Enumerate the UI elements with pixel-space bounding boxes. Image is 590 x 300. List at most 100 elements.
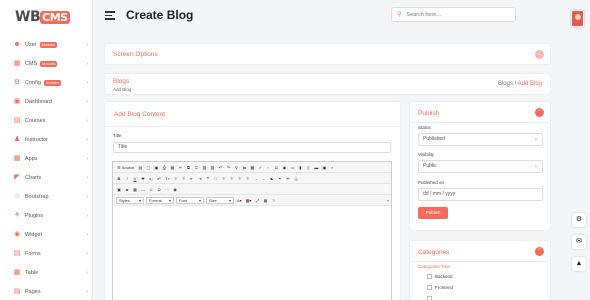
cut-icon[interactable]: ✂ xyxy=(177,164,183,171)
superscript-icon[interactable]: x² xyxy=(156,175,162,182)
new-page-icon[interactable]: ▢ xyxy=(145,164,151,171)
chat-icon[interactable]: ✉ xyxy=(572,235,586,249)
redo-icon[interactable]: ↷ xyxy=(225,164,231,171)
published-on-input[interactable]: dd / mm / yyyy xyxy=(418,188,543,201)
checkbox-icon[interactable]: ☑ xyxy=(273,164,279,171)
categories-collapse-icon[interactable]: ⌃ xyxy=(535,247,544,256)
publish-button[interactable]: Publish xyxy=(418,207,448,219)
image-icon[interactable]: ▣ xyxy=(116,186,122,193)
align-center-icon[interactable]: ≡ xyxy=(229,175,235,182)
publish-collapse-icon[interactable]: ⌃ xyxy=(535,108,544,117)
sidebar-item-config[interactable]: ⚙ Config Modules › xyxy=(13,76,88,90)
category-checkbox-backend[interactable] xyxy=(427,274,432,279)
ltr-icon[interactable]: → xyxy=(253,175,259,182)
bg-color-icon[interactable]: ▩▾ xyxy=(245,197,253,204)
bulleted-list-icon[interactable]: ≡ xyxy=(181,175,187,182)
visibility-select[interactable]: Public ⌄ xyxy=(418,160,543,173)
sidebar-item-bootstrap[interactable]: ☆ Bootstrap › xyxy=(13,190,88,204)
div-icon[interactable]: □ xyxy=(213,175,219,182)
button-field-icon[interactable]: ▬ xyxy=(313,164,319,171)
styles-dropdown[interactable]: Styles ▾ xyxy=(116,196,144,204)
image-button-icon[interactable]: ▣ xyxy=(321,164,327,171)
numbered-list-icon[interactable]: ≡ xyxy=(173,175,179,182)
editor-resize-icon[interactable]: ▾ xyxy=(387,198,389,203)
align-right-icon[interactable]: ≡ xyxy=(237,175,243,182)
size-dropdown[interactable]: Size ▾ xyxy=(206,196,234,204)
bold-icon[interactable]: B xyxy=(116,175,122,182)
subscript-icon[interactable]: x₂ xyxy=(148,175,154,182)
hidden-field-icon[interactable]: ▪ xyxy=(329,164,335,171)
find-icon[interactable]: ⚲ xyxy=(233,164,239,171)
category-checkbox-frontend[interactable] xyxy=(427,285,432,290)
iframe-icon[interactable]: ◉ xyxy=(172,186,178,193)
underline-icon[interactable]: U xyxy=(132,175,138,182)
rich-text-editor[interactable]: ☰ Source ▤ ▢ ▣ ⎙ ▦ ✂ ⧉ ⎕ ▧ ▨ ↶ ↷ ⚲ ⇆ ▩ ✓… xyxy=(112,161,392,300)
copy-icon[interactable]: ⧉ xyxy=(185,164,191,171)
maximize-icon[interactable]: ⤢ xyxy=(254,197,260,204)
sidebar-item-plugins[interactable]: ⚘ Plugins › xyxy=(13,209,88,223)
text-color-icon[interactable]: A▾ xyxy=(236,197,243,204)
avatar[interactable] xyxy=(571,10,584,27)
breadcrumb-root[interactable]: Blogs xyxy=(498,81,513,87)
paste-text-icon[interactable]: ▧ xyxy=(201,164,207,171)
sidebar-item-forms[interactable]: ▤ Forms › xyxy=(13,247,88,261)
italic-icon[interactable]: I xyxy=(124,175,130,182)
table-insert-icon[interactable]: ▦ xyxy=(132,186,138,193)
source-button[interactable]: ☰ Source xyxy=(116,164,135,171)
screen-options-toggle-icon[interactable]: ⌄ xyxy=(535,50,544,59)
textarea-icon[interactable]: ▮ xyxy=(297,164,303,171)
align-left-icon[interactable]: ≡ xyxy=(221,175,227,182)
sidebar-item-table[interactable]: ▦ Table › xyxy=(13,266,88,280)
rtl-icon[interactable]: ← xyxy=(261,175,267,182)
undo-icon[interactable]: ↶ xyxy=(217,164,223,171)
format-dropdown[interactable]: Format ▾ xyxy=(146,196,174,204)
form-icon[interactable]: ▫ xyxy=(265,164,271,171)
paste-icon[interactable]: ⎕ xyxy=(193,164,199,171)
sidebar-item-apps[interactable]: ▦ Apps › xyxy=(13,152,88,166)
search-box[interactable]: ⚲ xyxy=(391,7,516,22)
link-icon[interactable]: ⚭ xyxy=(277,175,283,182)
sidebar-item-user[interactable]: ☻ User Modules › xyxy=(13,38,88,52)
settings-gear-icon[interactable]: ⚙ xyxy=(572,213,586,227)
print-icon[interactable]: ⎙ xyxy=(161,164,167,171)
justify-icon[interactable]: ≡ xyxy=(245,175,251,182)
sidebar-item-courses[interactable]: ▤ Courses › xyxy=(13,114,88,128)
sidebar-item-charts[interactable]: ◤ Charts › xyxy=(13,171,88,185)
sidebar-item-cms[interactable]: ▦ CMS Modules › xyxy=(13,57,88,71)
radio-icon[interactable]: ◉ xyxy=(281,164,287,171)
save-icon[interactable]: ▤ xyxy=(137,164,143,171)
help-icon[interactable]: ? xyxy=(270,197,276,204)
sidebar-item-pages[interactable]: ▤ Pages › xyxy=(13,285,88,299)
templates-icon[interactable]: ▦ xyxy=(169,164,175,171)
sidebar-item-dashboard[interactable]: ▣ Dashboard › xyxy=(13,95,88,109)
app-logo[interactable]: WB CMS xyxy=(15,9,70,25)
replace-icon[interactable]: ⇆ xyxy=(241,164,247,171)
paste-word-icon[interactable]: ▨ xyxy=(209,164,215,171)
search-input[interactable] xyxy=(406,11,507,18)
horizontal-line-icon[interactable]: ― xyxy=(140,186,146,193)
smiley-icon[interactable]: ☺ xyxy=(148,186,154,193)
outdent-icon[interactable]: ⇤ xyxy=(189,175,195,182)
screen-options-card[interactable]: Screen Options ⌄ xyxy=(104,43,551,65)
select-all-icon[interactable]: ▩ xyxy=(249,164,255,171)
sidebar-item-widget[interactable]: ◉ Widget › xyxy=(13,228,88,242)
anchor-icon[interactable]: ⚓ xyxy=(293,175,300,182)
blockquote-icon[interactable]: ❝ xyxy=(205,175,211,182)
status-select[interactable]: Published ⌄ xyxy=(418,133,543,146)
select-field-icon[interactable]: ▯ xyxy=(305,164,311,171)
page-break-icon[interactable]: ⋯ xyxy=(164,186,170,193)
font-dropdown[interactable]: Font ▾ xyxy=(176,196,204,204)
hamburger-menu-icon[interactable] xyxy=(105,11,115,22)
special-char-icon[interactable]: Ω xyxy=(156,186,162,193)
sidebar-item-instructor[interactable]: ♟ Instructor › xyxy=(13,133,88,147)
show-blocks-icon[interactable]: ▦ xyxy=(262,197,268,204)
textfield-icon[interactable]: ▭ xyxy=(289,164,295,171)
title-input[interactable]: Title xyxy=(113,142,391,153)
strike-icon[interactable]: S xyxy=(140,175,146,182)
category-checkbox[interactable] xyxy=(427,296,432,300)
flash-icon[interactable]: ▰ xyxy=(124,186,130,193)
notification-bell-icon[interactable]: ▲ xyxy=(572,257,586,271)
language-icon[interactable]: ☯ xyxy=(269,175,275,182)
preview-icon[interactable]: ▣ xyxy=(153,164,159,171)
indent-icon[interactable]: ⇥ xyxy=(197,175,203,182)
